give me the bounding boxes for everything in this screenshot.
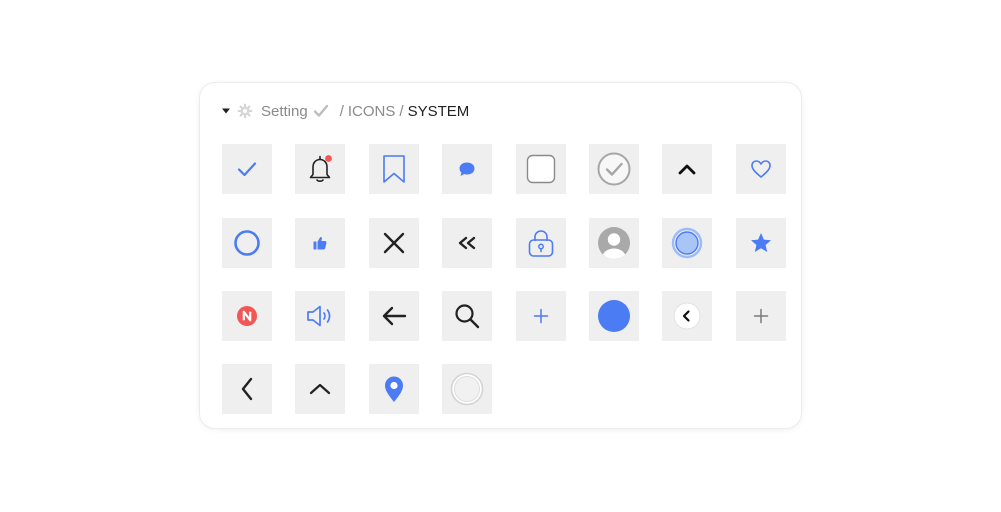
- breadcrumb-separator: /: [399, 102, 404, 120]
- selected-radio-icon[interactable]: [662, 218, 712, 268]
- speaker-icon[interactable]: [295, 291, 345, 341]
- chevron-left-icon[interactable]: [222, 364, 272, 414]
- check-circle-icon[interactable]: [589, 144, 639, 194]
- filled-circle-icon[interactable]: [589, 291, 639, 341]
- avatar-icon[interactable]: [589, 218, 639, 268]
- new-badge-icon[interactable]: [222, 291, 272, 341]
- bookmark-icon[interactable]: [369, 144, 419, 194]
- breadcrumb-setting[interactable]: Setting: [261, 103, 308, 120]
- double-chevron-left-icon[interactable]: [442, 218, 492, 268]
- chevron-up-icon[interactable]: [662, 144, 712, 194]
- gear-icon: [237, 103, 253, 119]
- check-mark-icon: [313, 103, 329, 119]
- caret-down-icon[interactable]: [221, 106, 231, 116]
- chat-bubble-icon[interactable]: [442, 144, 492, 194]
- checkbox-icon[interactable]: [516, 144, 566, 194]
- notification-bell-icon[interactable]: [295, 144, 345, 194]
- breadcrumb-icons[interactable]: ICONS: [348, 103, 396, 120]
- search-icon[interactable]: [442, 291, 492, 341]
- radio-circle-icon[interactable]: [222, 218, 272, 268]
- empty-radio-icon[interactable]: [442, 364, 492, 414]
- breadcrumb-current: SYSTEM: [407, 102, 470, 120]
- heart-icon[interactable]: [736, 144, 786, 194]
- check-icon[interactable]: [222, 144, 272, 194]
- plus-icon[interactable]: [736, 291, 786, 341]
- plus-icon[interactable]: [516, 291, 566, 341]
- chevron-up-icon[interactable]: [295, 364, 345, 414]
- arrow-left-icon[interactable]: [369, 291, 419, 341]
- star-icon[interactable]: [736, 218, 786, 268]
- thumbs-up-icon[interactable]: [295, 218, 345, 268]
- back-circle-button-icon[interactable]: [662, 291, 712, 341]
- location-pin-icon[interactable]: [369, 364, 419, 414]
- close-icon[interactable]: [369, 218, 419, 268]
- lock-icon[interactable]: [516, 218, 566, 268]
- breadcrumb: Setting / ICONS / SYSTEM: [221, 100, 469, 122]
- icon-panel: Setting / ICONS / SYSTEM: [199, 82, 802, 429]
- breadcrumb-separator: /: [339, 102, 344, 120]
